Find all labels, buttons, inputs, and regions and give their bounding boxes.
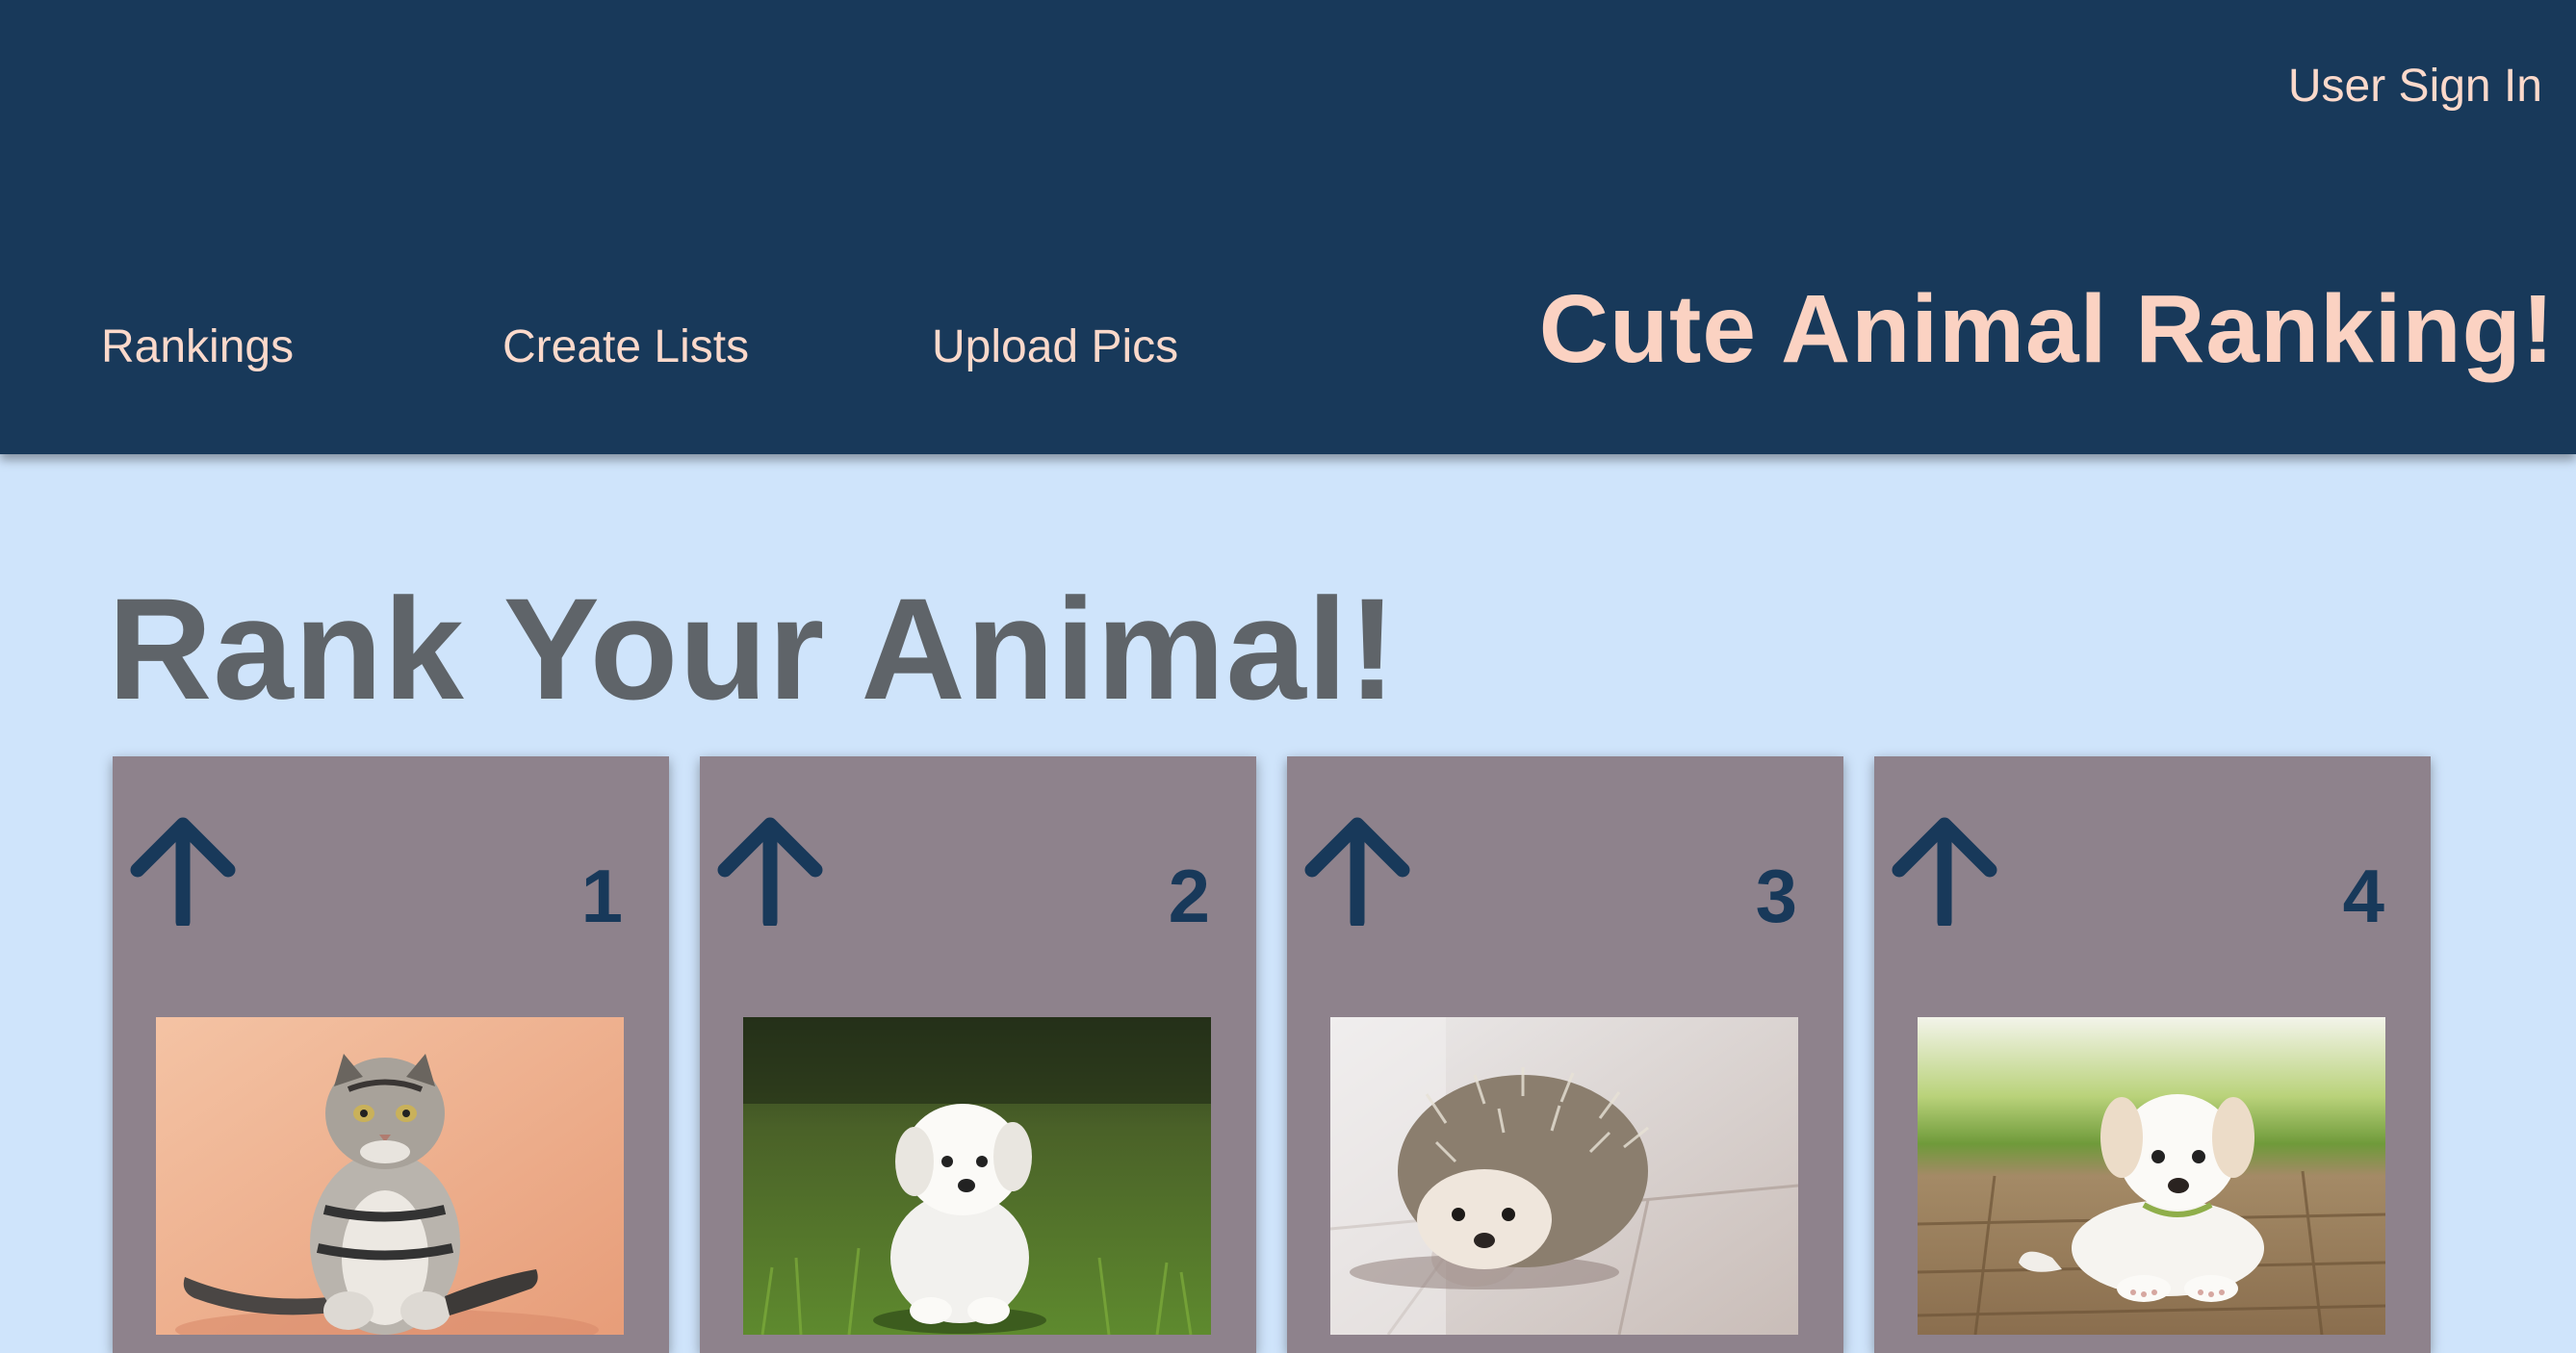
animal-photo — [1330, 1017, 1798, 1335]
up-arrow-icon[interactable] — [717, 816, 823, 930]
up-arrow-icon[interactable] — [1304, 816, 1410, 930]
animal-photo — [743, 1017, 1211, 1335]
rank-number: 2 — [1168, 854, 1210, 938]
site-header: User Sign In Rankings Create Lists Uploa… — [0, 0, 2576, 454]
animal-card: 1 — [113, 756, 669, 1353]
nav-link-upload-pics[interactable]: Upload Pics — [932, 320, 1178, 373]
site-brand-title: Cute Animal Ranking! — [1538, 275, 2555, 383]
nav-link-create-lists[interactable]: Create Lists — [502, 320, 749, 373]
rank-number: 3 — [1755, 854, 1797, 938]
animal-card: 4 — [1874, 756, 2431, 1353]
animal-photo — [156, 1017, 624, 1335]
rank-number: 4 — [2342, 854, 2384, 938]
rank-number: 1 — [580, 854, 623, 938]
animal-card: 2 — [700, 756, 1256, 1353]
nav-link-rankings[interactable]: Rankings — [101, 320, 294, 373]
up-arrow-icon[interactable] — [1892, 816, 1997, 930]
animal-photo — [1918, 1017, 2385, 1335]
animal-card: 3 — [1287, 756, 1843, 1353]
page-title: Rank Your Animal! — [108, 568, 1398, 729]
up-arrow-icon[interactable] — [130, 816, 236, 930]
user-sign-in-link[interactable]: User Sign In — [2288, 60, 2542, 113]
